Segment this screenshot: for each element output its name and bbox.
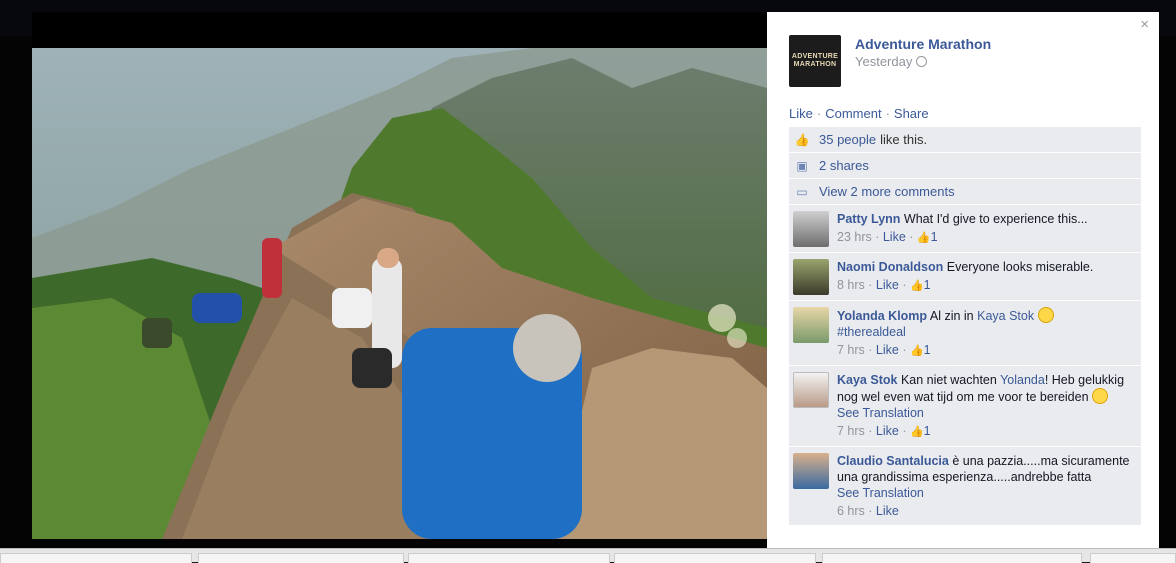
avatar[interactable] [793,372,829,408]
share-button[interactable]: Share [894,106,929,121]
share-icon: ▣ [796,158,808,173]
avatar[interactable] [793,453,829,489]
like-button[interactable]: Like [789,106,813,121]
thumbs-up-icon: 👍 [794,132,810,147]
comment-like-button[interactable]: Like [883,230,906,244]
great-wall-runners-image [32,48,767,539]
separator: · [816,106,822,121]
more-comments-row: ▭ View 2 more comments [789,179,1141,205]
post-timestamp[interactable]: Yesterday [855,54,928,69]
commenter-name[interactable]: Patty Lynn [837,212,900,226]
mention-link[interactable]: Yolanda [1000,373,1045,387]
comment-item: Kaya Stok Kan niet wachten Yolanda! Heb … [789,366,1141,447]
commenter-name[interactable]: Kaya Stok [837,373,897,387]
comment-text: Everyone looks miserable. [946,260,1094,274]
chat-tab[interactable] [614,553,816,563]
comment-like-count[interactable]: 1 [924,278,931,292]
comment-meta: 6 hrs · Like [837,504,899,518]
avatar[interactable] [793,259,829,295]
comment-item: Naomi Donaldson Everyone looks miserable… [789,253,1141,301]
comment-item: Claudio Santalucia è una pazzia.....ma s… [789,447,1141,526]
comment-meta: 23 hrs · Like · 👍1 [837,230,938,244]
comment-like-count[interactable]: 1 [931,230,938,244]
thumbs-up-icon: 👍 [916,232,931,244]
comment-button[interactable]: Comment [825,106,881,121]
avatar[interactable] [793,307,829,343]
comment-like-button[interactable]: Like [876,343,899,357]
comment-like-button[interactable]: Like [876,424,899,438]
comment-text: Al zin in [929,309,974,323]
smiley-icon [1092,388,1109,404]
comment-like-count[interactable]: 1 [924,343,931,357]
bottom-chat-bar [0,548,1176,563]
comment-icon: ▭ [796,184,808,199]
marathon-photo[interactable] [32,48,767,539]
view-more-comments-link[interactable]: View 2 more comments [819,184,955,199]
avatar[interactable] [793,211,829,247]
globe-icon [916,56,928,67]
mention-link[interactable]: Kaya Stok [977,309,1034,323]
comment-time[interactable]: 7 hrs [837,424,865,438]
smiley-icon [1037,307,1054,323]
commenter-name[interactable]: Claudio Santalucia [837,454,949,468]
comment-text: What I'd give to experience this... [903,212,1088,226]
chat-tab[interactable] [0,553,192,563]
hashtag-link[interactable]: #therealdeal [837,325,906,339]
shares-summary: ▣ 2 shares [789,153,1141,179]
chat-tab[interactable] [408,553,610,563]
chat-tab[interactable] [822,553,1082,563]
close-icon[interactable]: × [1140,16,1149,33]
thumbs-up-icon: 👍 [909,280,924,292]
shares-link[interactable]: 2 shares [819,158,869,173]
comment-time[interactable]: 7 hrs [837,343,865,357]
see-translation-link[interactable]: See Translation [837,406,924,420]
see-translation-link[interactable]: See Translation [837,486,924,500]
comment-item: Patty Lynn What I'd give to experience t… [789,205,1141,253]
comment-time[interactable]: 8 hrs [837,278,865,292]
comment-like-count[interactable]: 1 [924,424,931,438]
commenter-name[interactable]: Yolanda Klomp [837,309,927,323]
thumbs-up-icon: 👍 [909,426,924,438]
ufi-panel: 👍 35 people like this. ▣ 2 shares ▭ View… [789,127,1141,526]
comment-time[interactable]: 23 hrs [837,230,872,244]
comment-meta: 7 hrs · Like · 👍1 [837,424,931,438]
comment-time[interactable]: 6 hrs [837,504,865,518]
photo-stage [32,12,767,539]
comment-item: Yolanda Klomp Al zin in Kaya Stok #there… [789,301,1141,366]
comment-like-button[interactable]: Like [876,278,899,292]
logo-text-line1: ADVENTURE [791,53,839,60]
page-name-link[interactable]: Adventure Marathon [855,36,991,52]
comment-like-button[interactable]: Like [876,504,899,518]
post-time-text: Yesterday [855,54,913,69]
comment-meta: 7 hrs · Like · 👍1 [837,343,931,357]
page-avatar[interactable]: ADVENTURE MARATHON [789,35,841,87]
logo-text-line2: MARATHON [793,61,837,68]
comment-text: Kan niet wachten [900,373,997,387]
comment-meta: 8 hrs · Like · 👍1 [837,278,931,292]
chat-tab[interactable] [198,553,404,563]
separator: · [885,106,890,121]
post-actions: Like · Comment · Share [789,106,929,121]
likes-summary: 👍 35 people like this. [789,127,1141,153]
chat-tab[interactable] [1090,553,1176,563]
post-side-panel: × ADVENTURE MARATHON Adventure Marathon … [767,12,1159,548]
commenter-name[interactable]: Naomi Donaldson [837,260,943,274]
likes-count-link[interactable]: 35 people [819,132,876,147]
likes-text: like this. [880,132,928,147]
thumbs-up-icon: 👍 [909,345,924,357]
